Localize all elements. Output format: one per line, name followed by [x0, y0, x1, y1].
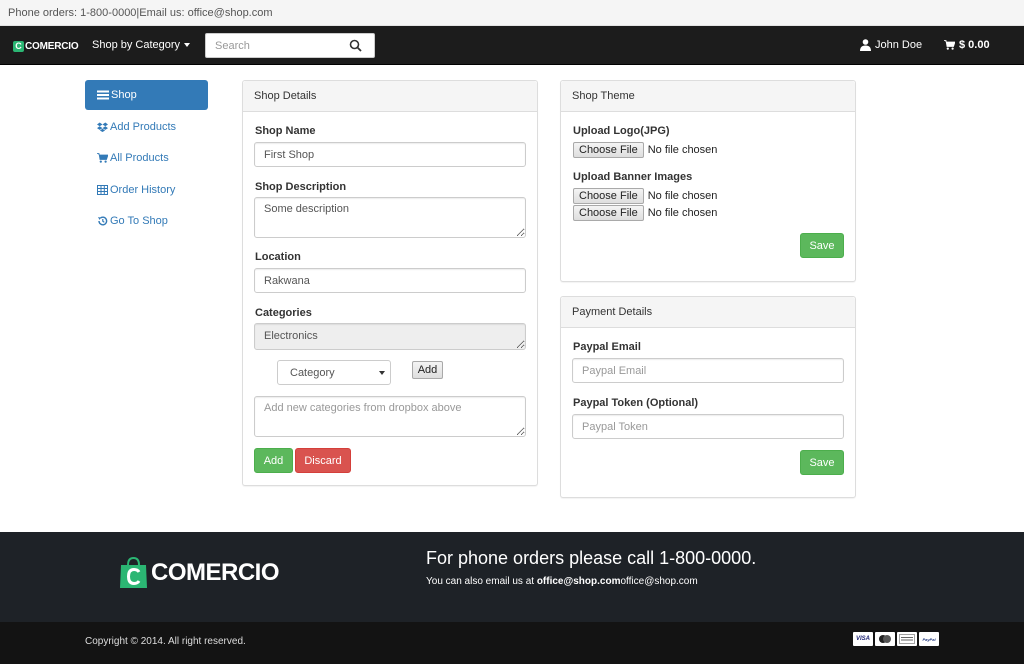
- navbar: C COMERCIO Shop by Category John Doe $ 0…: [0, 26, 1024, 65]
- shop-name-label: Shop Name: [255, 125, 316, 137]
- user-menu[interactable]: John Doe: [860, 39, 922, 51]
- location-label: Location: [255, 251, 301, 263]
- logo-file-input[interactable]: Choose File No file chosen: [573, 142, 717, 158]
- banner-file-input-2[interactable]: Choose File No file chosen: [573, 205, 717, 221]
- panel-heading: Shop Theme: [561, 81, 855, 112]
- contact-info-text: Phone orders: 1-800-0000|Email us: offic…: [8, 7, 273, 19]
- sidebar-item-label: Go To Shop: [110, 215, 168, 227]
- sidebar-item-add-products[interactable]: Add Products: [85, 112, 208, 142]
- copyright-text: Copyright © 2014. All right reserved.: [85, 636, 246, 647]
- shop-by-category-dropdown[interactable]: Shop by Category: [92, 39, 191, 51]
- cart-total: $ 0.00: [959, 39, 990, 51]
- file-status: No file chosen: [647, 207, 718, 219]
- choose-file-button[interactable]: Choose File: [573, 205, 644, 221]
- footer-email-text: You can also email us at office@shop.com…: [426, 576, 698, 587]
- sidebar-item-order-history[interactable]: Order History: [85, 175, 208, 205]
- add-button[interactable]: Add: [254, 448, 293, 473]
- footer-brand-name: COMERCIO: [151, 559, 280, 586]
- sidebar-item-shop[interactable]: Shop: [85, 80, 208, 110]
- file-status: No file chosen: [647, 190, 718, 202]
- footer-logo: COMERCIO: [119, 557, 280, 589]
- location-input[interactable]: [254, 268, 526, 293]
- sidebar-item-label: Add Products: [110, 120, 177, 133]
- sidebar-item-go-to-shop[interactable]: Go To Shop: [85, 206, 208, 236]
- bottom-bar: Copyright © 2014. All right reserved. VI…: [0, 622, 1024, 664]
- amex-card-icon: [897, 632, 917, 646]
- mastercard-icon: [875, 632, 895, 646]
- list-icon: [97, 90, 109, 100]
- paypal-email-input[interactable]: [572, 358, 844, 383]
- brand-name: COMERCIO: [25, 40, 79, 52]
- choose-file-button[interactable]: Choose File: [573, 188, 644, 204]
- chevron-down-icon: [379, 371, 385, 375]
- payment-details-panel: Payment Details Paypal Email Paypal Toke…: [560, 296, 856, 498]
- panel-heading: Shop Details: [243, 81, 537, 112]
- visa-card-icon: VISA: [853, 632, 873, 646]
- sidebar: Shop Add Products All Products Order His…: [85, 80, 208, 238]
- shopping-bag-logo-icon: [120, 557, 147, 588]
- footer-email-plain: office@shop.com: [620, 576, 698, 587]
- panel-heading: Payment Details: [561, 297, 855, 328]
- history-icon: [98, 216, 108, 226]
- search-icon[interactable]: [349, 39, 362, 52]
- dropbox-icon: [97, 122, 108, 132]
- paypal-card-icon: PayPal: [919, 632, 939, 646]
- shop-theme-panel: Shop Theme Upload Logo(JPG) Choose File …: [560, 80, 856, 282]
- categories-textarea: Electronics: [254, 323, 526, 350]
- footer-email-link[interactable]: office@shop.com: [537, 576, 621, 587]
- paypal-token-input[interactable]: [572, 414, 844, 439]
- sidebar-item-label: Shop: [111, 89, 137, 101]
- payment-save-button[interactable]: Save: [800, 450, 844, 475]
- paypal-email-label: Paypal Email: [573, 341, 641, 353]
- theme-save-button[interactable]: Save: [800, 233, 844, 258]
- footer: COMERCIO For phone orders please call 1-…: [0, 532, 1024, 622]
- search-input[interactable]: [206, 34, 336, 57]
- user-icon: [860, 39, 871, 51]
- shop-details-panel: Shop Details Shop Name Shop Description …: [242, 80, 538, 486]
- brand-mark-icon: C: [13, 40, 24, 52]
- table-icon: [97, 184, 108, 195]
- sidebar-item-label: All Products: [110, 152, 169, 164]
- shop-description-label: Shop Description: [255, 181, 347, 193]
- cart-icon: [944, 40, 955, 50]
- cart-icon: [97, 153, 108, 163]
- category-select[interactable]: Category: [277, 360, 391, 385]
- new-categories-input[interactable]: [254, 396, 526, 437]
- caret-down-icon: [184, 43, 191, 47]
- upload-banner-label: Upload Banner Images: [573, 171, 693, 183]
- footer-phone-text: For phone orders please call 1-800-0000.: [426, 548, 757, 568]
- cart-button[interactable]: $ 0.00: [944, 39, 990, 51]
- choose-file-button[interactable]: Choose File: [573, 142, 644, 158]
- sidebar-item-all-products[interactable]: All Products: [85, 143, 208, 173]
- add-category-button[interactable]: Add: [412, 361, 443, 379]
- sidebar-item-label: Order History: [110, 183, 176, 196]
- search-box: [205, 33, 375, 58]
- top-contact-bar: Phone orders: 1-800-0000|Email us: offic…: [0, 0, 1024, 26]
- paypal-token-label: Paypal Token (Optional): [573, 397, 699, 409]
- file-status: No file chosen: [647, 144, 718, 156]
- payment-cards: VISA PayPal: [853, 632, 939, 646]
- upload-logo-label: Upload Logo(JPG): [573, 125, 670, 137]
- shop-name-input[interactable]: [254, 142, 526, 167]
- brand-logo[interactable]: C COMERCIO: [13, 40, 79, 52]
- footer-email-prefix: You can also email us at: [426, 576, 537, 587]
- user-name: John Doe: [875, 39, 923, 51]
- discard-button[interactable]: Discard: [295, 448, 351, 473]
- category-select-value: Category: [290, 367, 335, 379]
- category-menu-label: Shop by Category: [92, 39, 181, 51]
- categories-label: Categories: [255, 307, 312, 319]
- shop-description-input[interactable]: Some description: [254, 197, 526, 238]
- banner-file-input-1[interactable]: Choose File No file chosen: [573, 188, 717, 204]
